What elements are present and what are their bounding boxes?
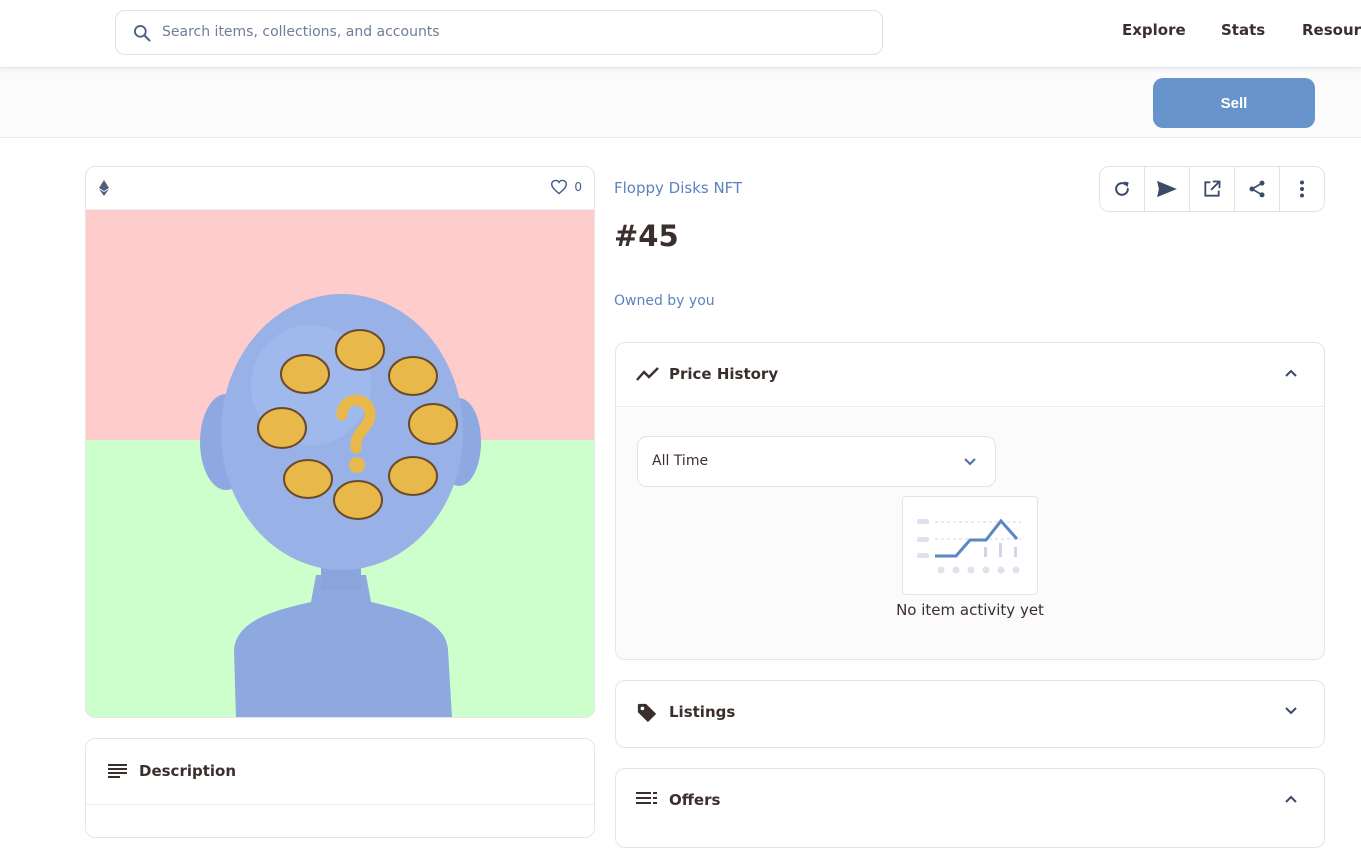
nav-resources[interactable]: Resour [1302,21,1361,39]
ethereum-icon [99,180,109,196]
price-history-label: Price History [669,365,779,383]
nav-explore[interactable]: Explore [1122,21,1186,39]
trending-icon [636,367,659,381]
offers-header[interactable]: Offers [616,769,1324,833]
listings-header[interactable]: Listings [616,681,1324,745]
favorite-count: 0 [574,180,582,194]
open-external-icon [1204,180,1221,197]
list-icon [636,792,657,804]
favorite-button[interactable]: 0 [550,179,582,195]
transfer-button[interactable] [1145,167,1190,211]
image-card-header: 0 [86,167,594,210]
price-history-header[interactable]: Price History [616,343,1324,407]
more-icon [1300,180,1304,198]
open-external-button[interactable] [1190,167,1235,211]
chevron-down-icon [1285,707,1297,715]
chevron-up-icon [1285,795,1297,803]
top-header: Search items, collections, and accounts … [0,0,1361,68]
chevron-down-icon [964,458,976,466]
description-panel: Description [85,738,595,838]
offers-panel[interactable]: Offers [615,768,1325,848]
refresh-icon [1115,181,1129,196]
offers-label: Offers [669,791,721,809]
item-image-card: 0 [85,166,595,718]
share-icon [1249,180,1265,198]
item-actions [1099,166,1325,212]
search-icon [134,25,151,42]
sell-button[interactable]: Sell [1153,78,1315,128]
empty-activity-text: No item activity yet [896,601,1044,619]
nav-stats[interactable]: Stats [1221,21,1265,39]
chevron-up-icon [1285,369,1297,377]
tag-icon [637,703,657,723]
time-range-select[interactable]: All Time [637,436,996,487]
listings-panel[interactable]: Listings [615,680,1325,748]
search-input[interactable]: Search items, collections, and accounts [162,24,440,40]
time-range-value: All Time [652,453,709,469]
refresh-button[interactable] [1100,167,1145,211]
more-button[interactable] [1280,167,1324,211]
transfer-icon [1157,180,1177,198]
price-history-panel: Price History All Time No item activity … [615,342,1325,660]
price-history-body: All Time No item activity yet [616,408,1324,659]
description-label: Description [139,762,237,780]
owner-text[interactable]: Owned by you [614,293,715,309]
collection-link[interactable]: Floppy Disks NFT [614,179,742,197]
share-button[interactable] [1235,167,1280,211]
search-bar[interactable]: Search items, collections, and accounts [115,10,883,55]
listings-label: Listings [669,703,736,721]
empty-chart-illustration [902,496,1038,595]
item-title: #45 [614,219,679,253]
nft-artwork[interactable] [86,210,594,718]
description-header[interactable]: Description [86,739,594,805]
heart-icon [551,179,568,195]
notes-icon [108,764,127,778]
chart-placeholder-icon [917,518,1021,574]
